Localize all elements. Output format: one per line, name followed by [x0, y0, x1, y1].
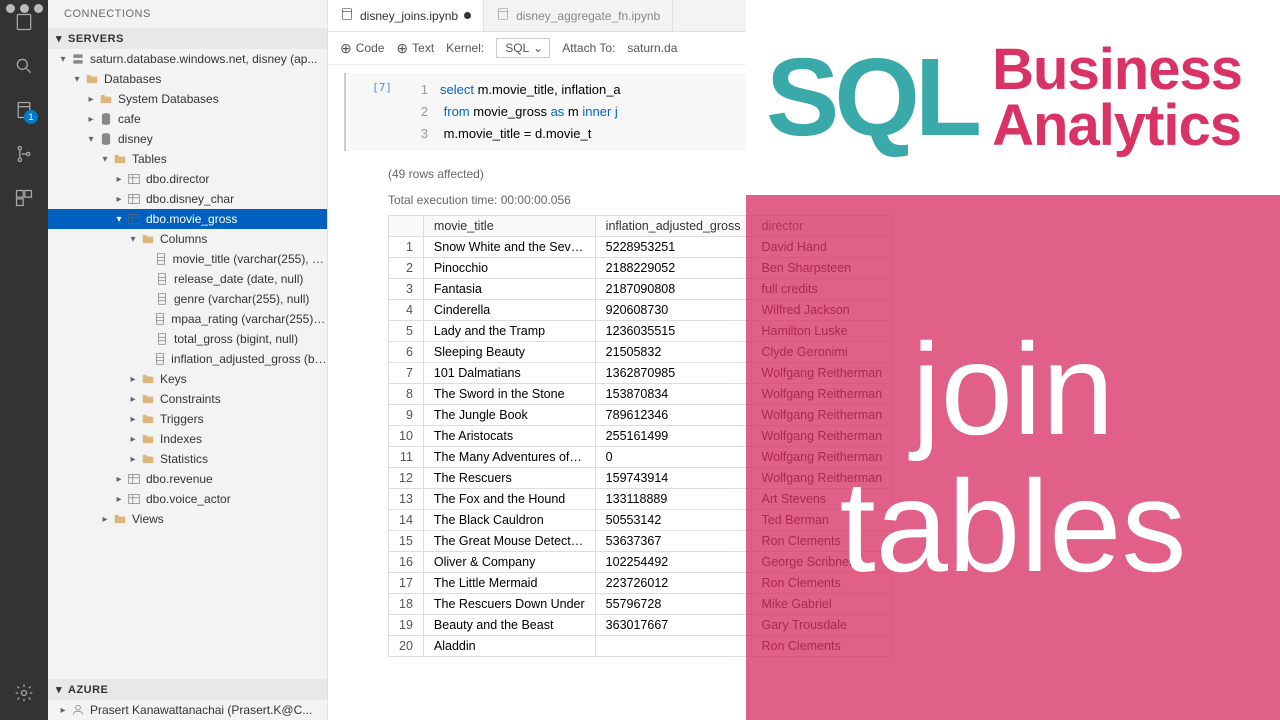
tree-item[interactable]: ▾dbo.movie_gross	[48, 209, 327, 229]
activity-bar: 1	[0, 0, 48, 720]
kernel-select[interactable]: SQL ⌄	[496, 38, 550, 58]
tab[interactable]: disney_aggregate_fn.ipynb	[484, 0, 673, 31]
notebook-toolbar: ⊕Code ⊕Text Kernel: SQL ⌄ Attach To: sat…	[328, 32, 1280, 65]
table-row[interactable]: 18The Rescuers Down Under55796728Mike Ga…	[389, 594, 893, 615]
rows-affected: (49 rows affected)	[328, 159, 1280, 185]
table-row[interactable]: 7101 Dalmatians1362870985Wolfgang Reithe…	[389, 363, 893, 384]
tab-bar: disney_joins.ipynbdisney_aggregate_fn.ip…	[328, 0, 1280, 32]
table-row[interactable]: 13The Fox and the Hound133118889Art Stev…	[389, 489, 893, 510]
table-row[interactable]: 19Beauty and the Beast363017667Gary Trou…	[389, 615, 893, 636]
gear-icon[interactable]	[12, 681, 36, 705]
section-servers[interactable]: ▾SERVERS	[48, 28, 327, 49]
explorer-icon[interactable]	[12, 10, 36, 34]
tree-item[interactable]: ▾saturn.database.windows.net, disney (ap…	[48, 49, 327, 69]
tree-item[interactable]: ▸Keys	[48, 369, 327, 389]
table-row[interactable]: 9The Jungle Book789612346Wolfgang Reithe…	[389, 405, 893, 426]
table-row[interactable]: 8The Sword in the Stone153870834Wolfgang…	[389, 384, 893, 405]
table-row[interactable]: 14The Black Cauldron50553142Ted Berman	[389, 510, 893, 531]
tree-item[interactable]: ▾Databases	[48, 69, 327, 89]
result-grid: movie_titleinflation_adjusted_grossdirec…	[328, 211, 1280, 657]
attach-label: Attach To:	[562, 41, 615, 55]
tree-item[interactable]: ▸Indexes	[48, 429, 327, 449]
tree-item[interactable]: ▸Views	[48, 509, 327, 529]
table-row[interactable]: 5Lady and the Tramp1236035515Hamilton Lu…	[389, 321, 893, 342]
column-header[interactable]: inflation_adjusted_gross	[595, 216, 751, 237]
table-row[interactable]: 12The Rescuers159743914Wolfgang Reitherm…	[389, 468, 893, 489]
attach-value: saturn.da	[627, 41, 677, 55]
tree-item[interactable]: inflation_adjusted_gross (bigin...	[48, 349, 327, 369]
tree-item[interactable]: ▸cafe	[48, 109, 327, 129]
tree-item[interactable]: ▸dbo.disney_char	[48, 189, 327, 209]
table-row[interactable]: 15The Great Mouse Detect…53637367Ron Cle…	[389, 531, 893, 552]
column-header[interactable]: director	[751, 216, 893, 237]
extensions-icon[interactable]	[12, 186, 36, 210]
table-row[interactable]: 4Cinderella920608730Wilfred Jackson	[389, 300, 893, 321]
section-azure[interactable]: ▾AZURE	[48, 679, 327, 700]
tree-item[interactable]: mpaa_rating (varchar(255), null)	[48, 309, 327, 329]
table-row[interactable]: 10The Aristocats255161499Wolfgang Reithe…	[389, 426, 893, 447]
tree-item[interactable]: ▾disney	[48, 129, 327, 149]
connections-sidebar: CONNECTIONS ▾SERVERS ▾saturn.database.wi…	[48, 0, 328, 720]
server-tree: ▾saturn.database.windows.net, disney (ap…	[48, 49, 327, 679]
add-text-button[interactable]: ⊕Text	[396, 40, 434, 57]
search-icon[interactable]	[12, 54, 36, 78]
table-row[interactable]: 20AladdinRon Clements	[389, 636, 893, 657]
tree-item[interactable]: ▸dbo.voice_actor	[48, 489, 327, 509]
sidebar-title: CONNECTIONS	[48, 0, 327, 28]
tree-item[interactable]: ▸Statistics	[48, 449, 327, 469]
column-header[interactable]: movie_title	[423, 216, 595, 237]
tree-item[interactable]: genre (varchar(255), null)	[48, 289, 327, 309]
notebook-icon[interactable]: 1	[12, 98, 36, 122]
table-row[interactable]: 11The Many Adventures of…0Wolfgang Reith…	[389, 447, 893, 468]
table-row[interactable]: 16Oliver & Company102254492George Scribn…	[389, 552, 893, 573]
table-row[interactable]: 2Pinocchio2188229052Ben Sharpsteen	[389, 258, 893, 279]
add-code-button[interactable]: ⊕Code	[340, 40, 384, 57]
tab[interactable]: disney_joins.ipynb	[328, 0, 484, 31]
tree-item[interactable]: ▸Triggers	[48, 409, 327, 429]
tree-item[interactable]: ▸Constraints	[48, 389, 327, 409]
exec-time: Total execution time: 00:00:00.056	[328, 185, 1280, 211]
tree-item[interactable]: ▸dbo.director	[48, 169, 327, 189]
table-row[interactable]: 1Snow White and the Sev…5228953251David …	[389, 237, 893, 258]
tree-item[interactable]: release_date (date, null)	[48, 269, 327, 289]
tree-item[interactable]: ▸dbo.revenue	[48, 469, 327, 489]
table-row[interactable]: 17The Little Mermaid223726012Ron Clement…	[389, 573, 893, 594]
editor-area: disney_joins.ipynbdisney_aggregate_fn.ip…	[328, 0, 1280, 720]
code-content[interactable]: 1select m.movie_title, inflation_a2 from…	[396, 73, 1280, 151]
table-row[interactable]: 6Sleeping Beauty21505832Clyde Geronimi	[389, 342, 893, 363]
source-control-icon[interactable]	[12, 142, 36, 166]
tree-item[interactable]: ▾Columns	[48, 229, 327, 249]
kernel-label: Kernel:	[446, 41, 484, 55]
badge: 1	[24, 110, 38, 124]
tree-item[interactable]: total_gross (bigint, null)	[48, 329, 327, 349]
tree-item[interactable]: ▾Tables	[48, 149, 327, 169]
cell-prompt: [7]	[346, 73, 396, 151]
azure-account[interactable]: ▸ Prasert Kanawattanachai (Prasert.K@C..…	[48, 700, 327, 720]
tree-item[interactable]: ▸System Databases	[48, 89, 327, 109]
result-table[interactable]: movie_titleinflation_adjusted_grossdirec…	[388, 215, 893, 657]
tree-item[interactable]: movie_title (varchar(255), null)	[48, 249, 327, 269]
code-cell[interactable]: [7] 1select m.movie_title, inflation_a2 …	[328, 65, 1280, 159]
table-row[interactable]: 3Fantasia2187090808full credits	[389, 279, 893, 300]
